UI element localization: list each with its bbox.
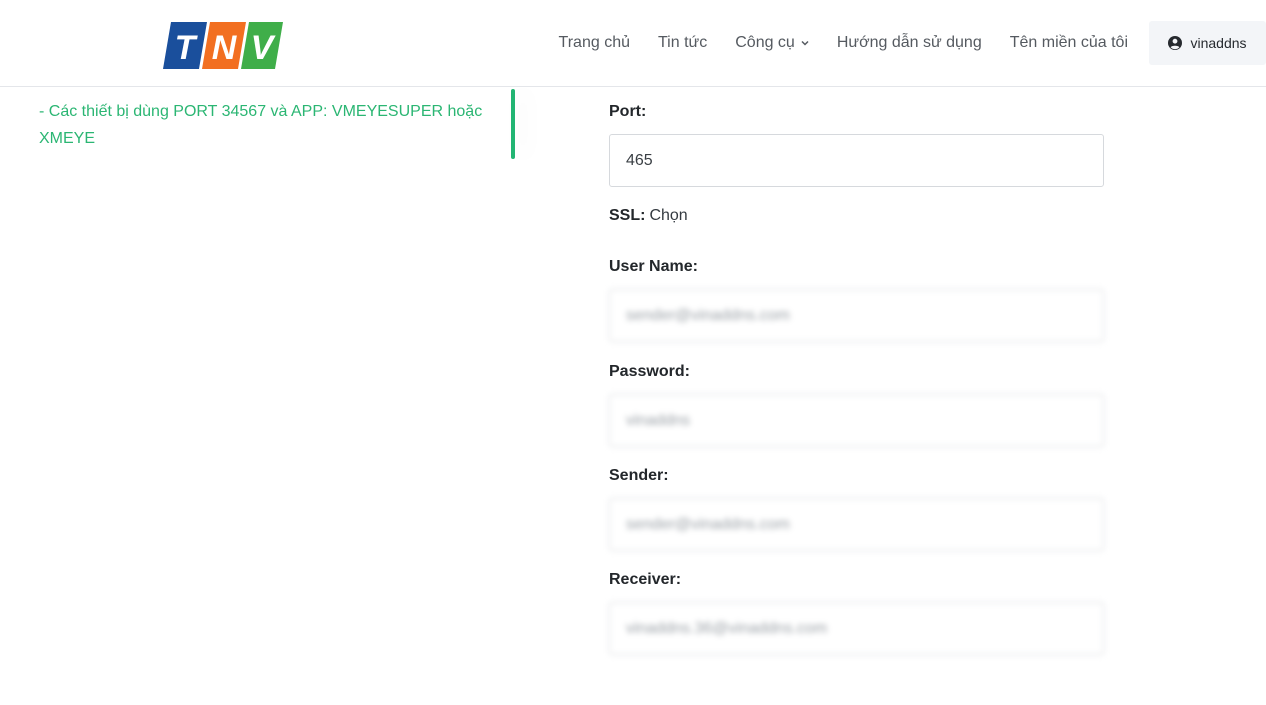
user-name: vinaddns bbox=[1190, 35, 1247, 51]
nav-news[interactable]: Tin tức bbox=[658, 34, 707, 52]
username-input[interactable] bbox=[609, 289, 1104, 342]
password-input[interactable] bbox=[609, 394, 1104, 447]
port-input[interactable] bbox=[609, 134, 1104, 187]
nav-my-domains[interactable]: Tên miền của tôi bbox=[1010, 34, 1128, 52]
ssl-label: SSL: bbox=[609, 207, 646, 224]
username-label: User Name: bbox=[609, 258, 698, 275]
site-header: T N V Trang chủ Tin tức Công cụ Hướng dẫ… bbox=[0, 0, 1266, 87]
svg-text:V: V bbox=[251, 29, 277, 67]
port-label: Port: bbox=[609, 103, 647, 120]
nav-tools-label: Công cụ bbox=[735, 34, 795, 51]
nav-guide[interactable]: Hướng dẫn sử dụng bbox=[837, 34, 982, 52]
sidebar-active-indicator bbox=[511, 89, 515, 159]
sender-label: Sender: bbox=[609, 467, 669, 484]
main-nav: Trang chủ Tin tức Công cụ Hướng dẫn sử d… bbox=[559, 0, 1266, 86]
chevron-down-icon bbox=[801, 40, 809, 46]
device-port-link[interactable]: - Các thiết bị dùng PORT 34567 và APP: V… bbox=[39, 98, 499, 152]
tnv-logo[interactable]: T N V bbox=[163, 19, 284, 71]
ssl-row: SSL: Chọn bbox=[609, 207, 688, 225]
ssl-select[interactable]: Chọn bbox=[649, 207, 687, 224]
svg-text:T: T bbox=[175, 29, 199, 67]
nav-tools[interactable]: Công cụ bbox=[735, 34, 809, 52]
sender-input[interactable] bbox=[609, 498, 1104, 551]
svg-text:N: N bbox=[212, 29, 238, 67]
receiver-label: Receiver: bbox=[609, 571, 682, 588]
receiver-input[interactable] bbox=[609, 602, 1104, 655]
user-circle-icon bbox=[1168, 36, 1183, 50]
user-account-button[interactable]: vinaddns bbox=[1149, 21, 1266, 65]
password-label: Password: bbox=[609, 363, 690, 380]
nav-home[interactable]: Trang chủ bbox=[559, 34, 630, 52]
